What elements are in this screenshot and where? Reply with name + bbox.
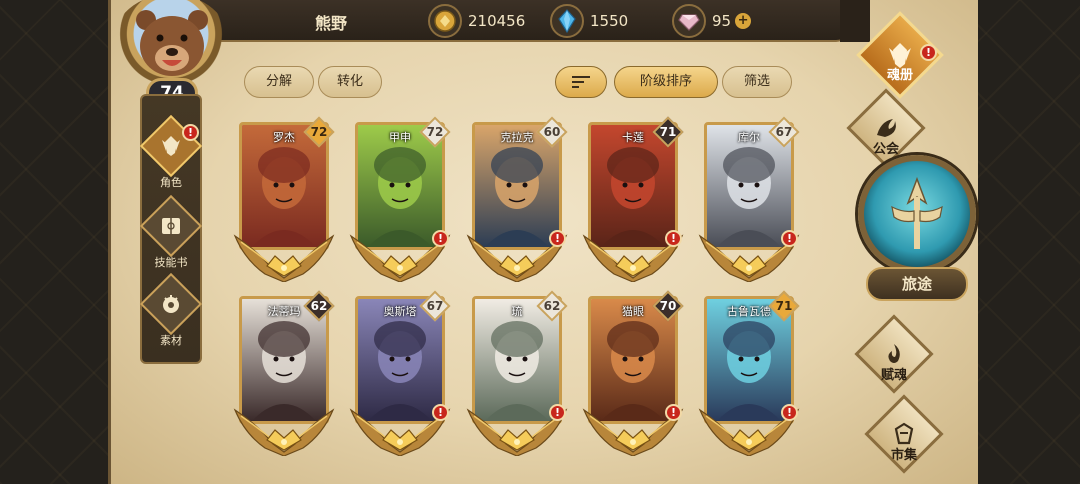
hero-level: 67 (426, 299, 444, 313)
journey-icon (891, 176, 943, 249)
hero-level: 71 (775, 299, 793, 313)
hero-level: 67 (775, 125, 793, 139)
hero-level-tag: 72 (303, 116, 335, 148)
hero-level-tag: 71 (768, 290, 800, 322)
hero-card[interactable]: 奥斯塔 67! (349, 290, 451, 456)
nav-label: 旅途 (901, 275, 932, 293)
hero-card[interactable]: 罗杰 72 (233, 116, 335, 282)
pink-gem-icon (672, 4, 706, 38)
crystal-amount: 1550 (590, 12, 629, 30)
blue-crystal-icon (550, 4, 584, 38)
hero-level-tag: 62 (303, 290, 335, 322)
nav-journey[interactable]: 旅途 (852, 155, 982, 305)
alert-badge: ! (665, 404, 682, 421)
convert-button[interactable]: 转化 (318, 66, 382, 98)
alert-badge: ! (182, 124, 199, 141)
left-background (0, 0, 120, 484)
alert-badge: ! (665, 230, 682, 247)
side-tab-character[interactable]: 角色 ! (138, 114, 204, 190)
bear-avatar-icon (136, 10, 208, 76)
hero-level-tag: 67 (768, 116, 800, 148)
material-icon (151, 284, 191, 324)
alert-badge: ! (432, 230, 449, 247)
hero-level-tag: 72 (419, 116, 451, 148)
hero-card[interactable]: 甲申 72! (349, 116, 451, 282)
hero-level: 71 (659, 125, 677, 139)
gold-amount: 210456 (468, 12, 526, 30)
alert-badge: ! (432, 404, 449, 421)
hero-card[interactable]: 卡莲 71! (582, 116, 684, 282)
decompose-button[interactable]: 分解 (244, 66, 314, 98)
player-name: 熊野 (314, 14, 347, 33)
sort-lines-icon (572, 76, 590, 88)
gold-coin-icon (428, 4, 462, 38)
hero-level: 62 (543, 299, 561, 313)
nav-label: 赋魂 (880, 368, 907, 383)
nav-soul-infuse[interactable]: 赋魂 (844, 314, 944, 394)
hero-level-tag: 70 (652, 290, 684, 322)
sort-by-rank-button[interactable]: 阶级排序 (614, 66, 718, 98)
alert-badge: ! (920, 44, 937, 61)
skill-book-icon (151, 206, 191, 246)
hero-level: 72 (310, 125, 328, 139)
hero-card[interactable]: 猫眼 70! (582, 290, 684, 456)
hero-card[interactable]: 琉 62! (466, 290, 568, 456)
hero-card[interactable]: 古鲁瓦德 71! (698, 290, 800, 456)
gem-currency: 95 + (672, 4, 752, 38)
alert-badge: ! (781, 404, 798, 421)
hero-card[interactable]: 克拉克 60! (466, 116, 568, 282)
nav-soul-book[interactable]: 魂册 ! (850, 11, 950, 99)
hero-card[interactable]: 库尔 67! (698, 116, 800, 282)
hero-level: 70 (659, 299, 677, 313)
hero-level: 72 (426, 125, 444, 139)
nav-label: 市集 (890, 448, 917, 463)
alert-badge: ! (781, 230, 798, 247)
rank-wings-emblem (233, 408, 335, 456)
filter-button[interactable]: 筛选 (722, 66, 792, 98)
sort-toggle-button[interactable] (555, 66, 607, 98)
nav-label: 魂册 (886, 68, 913, 83)
side-tab-skill-book[interactable]: 技能书 (138, 194, 204, 270)
hero-level: 62 (310, 299, 328, 313)
gold-currency: 210456 (428, 4, 525, 38)
gem-amount: 95 (712, 12, 732, 30)
hero-level: 60 (543, 125, 561, 139)
hero-level-tag: 60 (536, 116, 568, 148)
hero-level-tag: 71 (652, 116, 684, 148)
side-tab-material[interactable]: 素材 (138, 272, 204, 348)
hero-level-tag: 67 (419, 290, 451, 322)
add-gem-button[interactable]: + (735, 13, 752, 29)
alert-badge: ! (549, 230, 566, 247)
nav-market[interactable]: 市集 (854, 394, 954, 474)
rank-wings-emblem (233, 234, 335, 282)
hero-card[interactable]: 法蒂玛 62 (233, 290, 335, 456)
alert-badge: ! (549, 404, 566, 421)
crystal-currency: 1550 (550, 4, 628, 38)
hero-level-tag: 62 (536, 290, 568, 322)
